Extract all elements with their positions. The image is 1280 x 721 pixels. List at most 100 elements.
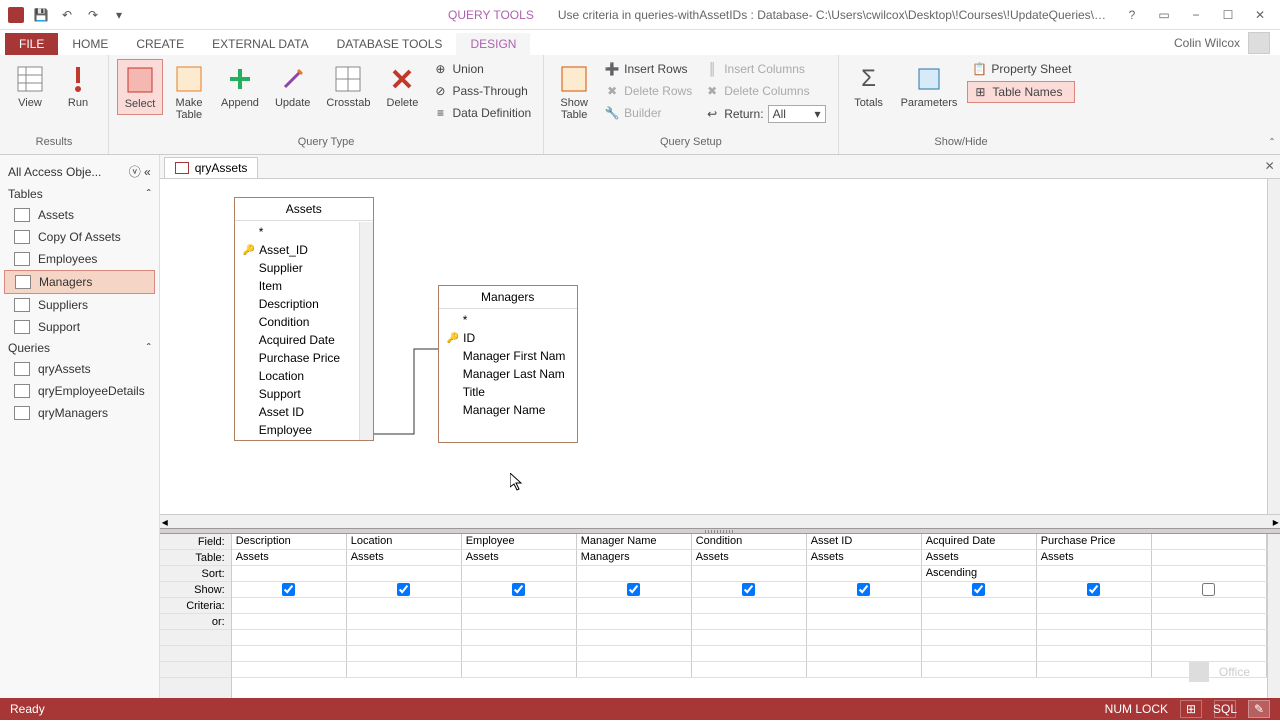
- delete-button[interactable]: Delete: [380, 59, 424, 113]
- insert-rows-button[interactable]: ➕Insert Rows: [600, 59, 696, 79]
- show-checkbox[interactable]: [282, 583, 295, 596]
- qbe-cell[interactable]: Assets: [692, 550, 807, 565]
- qbe-cell[interactable]: Assets: [347, 550, 462, 565]
- field-item[interactable]: Description: [237, 295, 371, 313]
- qbe-cell[interactable]: [577, 582, 692, 597]
- qbe-cell[interactable]: [922, 662, 1037, 677]
- qbe-cell[interactable]: [347, 614, 462, 629]
- ribbon-display-icon[interactable]: ▭: [1154, 5, 1174, 25]
- qbe-cell[interactable]: Assets: [462, 550, 577, 565]
- qbe-cell[interactable]: [922, 630, 1037, 645]
- qbe-cell[interactable]: [577, 598, 692, 613]
- table-managers[interactable]: Managers *🔑IDManager First NamManager La…: [438, 285, 578, 443]
- qbe-cell[interactable]: [1152, 582, 1267, 597]
- field-item[interactable]: Manager First Nam: [441, 347, 575, 365]
- qbe-cell[interactable]: [692, 630, 807, 645]
- qbe-cell[interactable]: [807, 630, 922, 645]
- make-table-button[interactable]: Make Table: [167, 59, 211, 125]
- close-tab-icon[interactable]: ✕: [1265, 159, 1275, 173]
- builder-button[interactable]: 🔧Builder: [600, 103, 696, 123]
- scrollbar[interactable]: [359, 222, 373, 440]
- field-item[interactable]: 🔑ID: [441, 329, 575, 347]
- qbe-cell[interactable]: [1037, 646, 1152, 661]
- collapse-ribbon-icon[interactable]: ˆ: [1270, 136, 1274, 150]
- qbe-cell[interactable]: Condition: [692, 534, 807, 549]
- qbe-cell[interactable]: [577, 630, 692, 645]
- parameters-button[interactable]: Parameters: [895, 59, 964, 113]
- close-icon[interactable]: ✕: [1250, 5, 1270, 25]
- nav-dropdown-icon[interactable]: ⓥ «: [129, 163, 151, 180]
- qbe-cell[interactable]: [232, 630, 347, 645]
- qbe-cell[interactable]: Managers: [577, 550, 692, 565]
- qbe-cell[interactable]: [462, 646, 577, 661]
- save-icon[interactable]: 💾: [32, 6, 50, 24]
- qbe-cell[interactable]: [1152, 630, 1267, 645]
- field-item[interactable]: Condition: [237, 313, 371, 331]
- qat-dropdown-icon[interactable]: ▾: [110, 6, 128, 24]
- property-sheet-button[interactable]: 📋Property Sheet: [967, 59, 1075, 79]
- redo-icon[interactable]: ↷: [84, 6, 102, 24]
- qbe-cell[interactable]: [1152, 550, 1267, 565]
- qbe-cell[interactable]: [462, 598, 577, 613]
- qbe-cell[interactable]: [807, 662, 922, 677]
- nav-table-item[interactable]: Support: [4, 316, 155, 338]
- nav-query-item[interactable]: qryAssets: [4, 358, 155, 380]
- qbe-cell[interactable]: [1152, 566, 1267, 581]
- qbe-cell[interactable]: [347, 598, 462, 613]
- qbe-cell[interactable]: [807, 566, 922, 581]
- tab-create[interactable]: CREATE: [122, 33, 198, 55]
- qbe-cell[interactable]: [462, 662, 577, 677]
- datasheet-view-button[interactable]: ⊞: [1180, 700, 1202, 718]
- qbe-cell[interactable]: [577, 662, 692, 677]
- qbe-cell[interactable]: [1152, 598, 1267, 613]
- field-item[interactable]: Asset ID: [237, 403, 371, 421]
- qbe-cell[interactable]: Description: [232, 534, 347, 549]
- query-design-canvas[interactable]: Assets *🔑Asset_IDSupplierItemDescription…: [160, 179, 1280, 514]
- qbe-cell[interactable]: [1037, 598, 1152, 613]
- qbe-cell[interactable]: Ascending: [922, 566, 1037, 581]
- union-button[interactable]: ⊕Union: [428, 59, 535, 79]
- qbe-cell[interactable]: Purchase Price: [1037, 534, 1152, 549]
- field-item[interactable]: Employee: [237, 421, 371, 439]
- qbe-cell[interactable]: [692, 646, 807, 661]
- qbe-cell[interactable]: [692, 662, 807, 677]
- nav-table-item[interactable]: Assets: [4, 204, 155, 226]
- undo-icon[interactable]: ↶: [58, 6, 76, 24]
- qbe-cell[interactable]: [692, 598, 807, 613]
- totals-button[interactable]: Σ Totals: [847, 59, 891, 113]
- qbe-cell[interactable]: [1037, 662, 1152, 677]
- field-item[interactable]: 🔑Asset_ID: [237, 241, 371, 259]
- qbe-cell[interactable]: Asset ID: [807, 534, 922, 549]
- qbe-cell[interactable]: Assets: [1037, 550, 1152, 565]
- nav-query-item[interactable]: qryManagers: [4, 402, 155, 424]
- design-view-button[interactable]: ✎: [1248, 700, 1270, 718]
- qbe-cell[interactable]: [577, 646, 692, 661]
- show-table-button[interactable]: Show Table: [552, 59, 596, 125]
- qbe-cell[interactable]: [692, 614, 807, 629]
- qbe-cell[interactable]: [577, 614, 692, 629]
- return-dropdown[interactable]: ↩ Return: All▾: [700, 103, 829, 125]
- canvas-vscroll[interactable]: [1267, 179, 1280, 514]
- field-item[interactable]: *: [237, 223, 371, 241]
- field-item[interactable]: Manager Last Nam: [441, 365, 575, 383]
- tab-design[interactable]: DESIGN: [456, 33, 530, 55]
- qbe-cell[interactable]: [347, 662, 462, 677]
- relationship-line[interactable]: [374, 339, 438, 439]
- canvas-hscroll[interactable]: ◂ ▸: [160, 514, 1280, 528]
- nav-table-item[interactable]: Managers: [4, 270, 155, 294]
- qbe-cell[interactable]: [232, 662, 347, 677]
- field-item[interactable]: Acquired Date: [237, 331, 371, 349]
- qbe-cell[interactable]: [347, 582, 462, 597]
- datadef-button[interactable]: ≡Data Definition: [428, 103, 535, 123]
- tab-file[interactable]: FILE: [5, 33, 58, 55]
- qbe-cell[interactable]: [1152, 614, 1267, 629]
- qbe-cell[interactable]: Manager Name: [577, 534, 692, 549]
- qbe-cell[interactable]: [692, 566, 807, 581]
- insert-cols-button[interactable]: ║Insert Columns: [700, 59, 829, 79]
- field-item[interactable]: Supplier: [237, 259, 371, 277]
- qbe-cell[interactable]: Location: [347, 534, 462, 549]
- qbe-cell[interactable]: Assets: [232, 550, 347, 565]
- sql-view-button[interactable]: SQL: [1214, 700, 1236, 718]
- qbe-cell[interactable]: [577, 566, 692, 581]
- field-item[interactable]: Location: [237, 367, 371, 385]
